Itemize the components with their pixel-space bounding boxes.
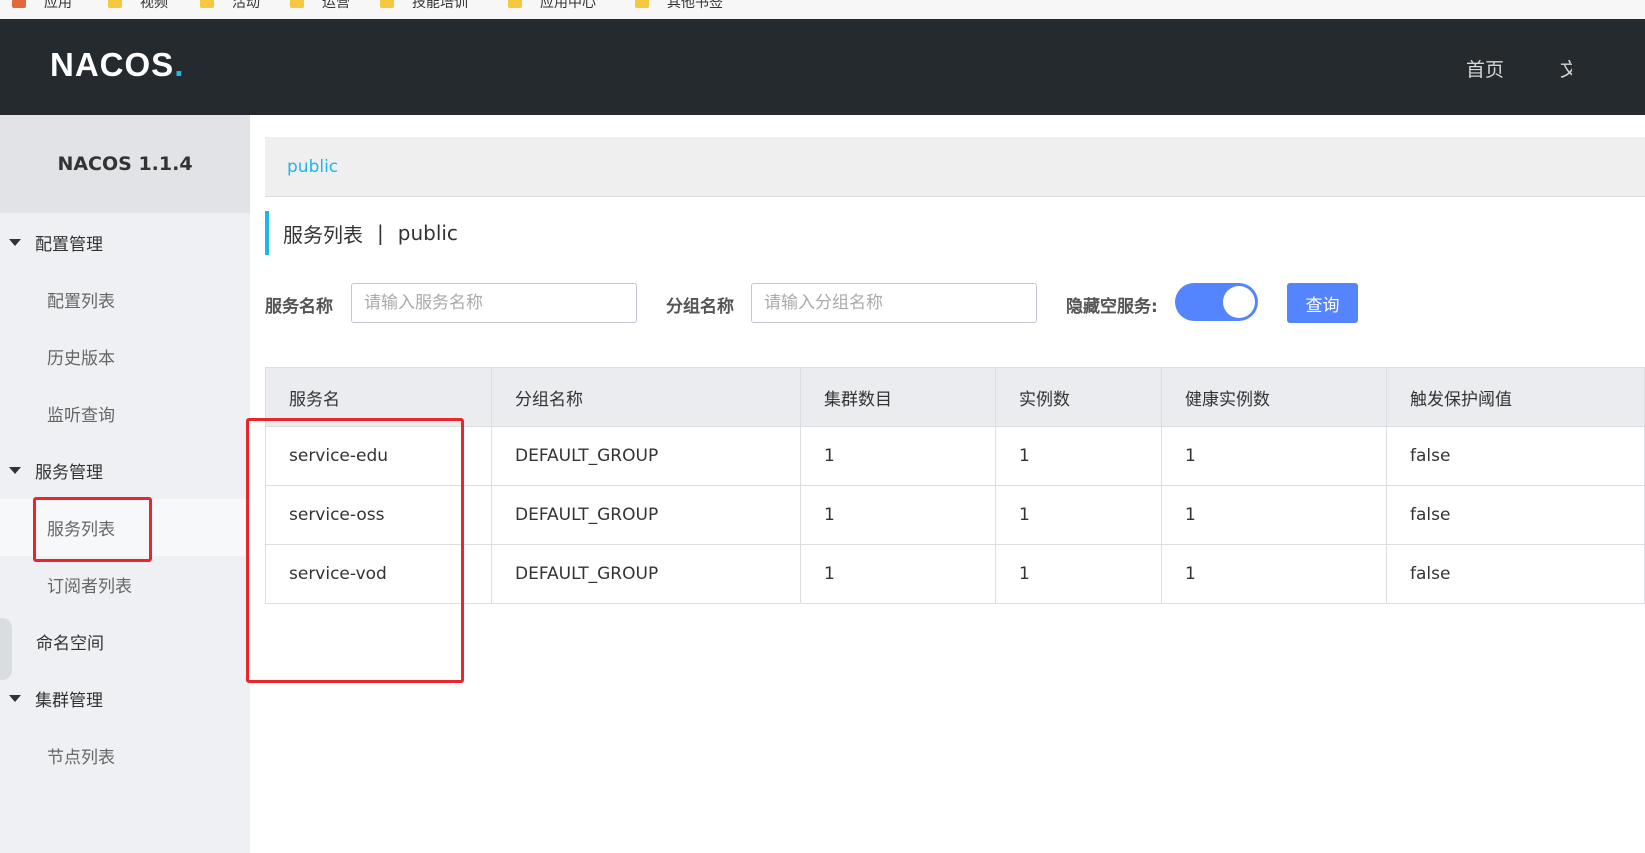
bookmark-folder[interactable]: 运营 [290,0,350,12]
column-header-cluster-count[interactable]: 集群数目 [800,367,996,427]
service-name-label: 服务名称 [265,297,333,317]
page-title-namespace: public [397,221,458,245]
cell-cluster-count: 1 [800,485,996,545]
cell-healthy-instance-count: 1 [1161,426,1387,486]
bookmark-bar: 应用 视频 活动 运营 技能培训 应用中心 其他书签 [0,0,1645,19]
column-header-instance-count[interactable]: 实例数 [995,367,1162,427]
cell-group-name: DEFAULT_GROUP [491,485,801,545]
nacos-logo[interactable]: NACOS. [50,46,184,86]
cell-group-name: DEFAULT_GROUP [491,426,801,486]
cell-instance-count: 1 [995,485,1162,545]
table-row: service-oss DEFAULT_GROUP 1 1 1 false [265,485,1645,545]
annotation-box-service-names [246,418,464,683]
menu-group-label: 服务管理 [35,463,103,483]
bookmark-folder[interactable]: 视频 [108,0,168,12]
bookmark-apps[interactable]: 应用 [12,0,72,12]
table-row: service-edu DEFAULT_GROUP 1 1 1 false [265,426,1645,486]
annotation-box-service-list [33,497,152,562]
nav-home-link[interactable]: 首页 [1466,55,1504,82]
cell-group-name: DEFAULT_GROUP [491,544,801,604]
column-header-protect-threshold[interactable]: 触发保护阈值 [1386,367,1645,427]
group-name-input[interactable] [751,283,1037,323]
title-separator: | [377,221,384,245]
caret-down-icon [9,695,21,702]
cell-instance-count: 1 [995,544,1162,604]
hide-empty-label: 隐藏空服务: [1066,297,1158,317]
cell-healthy-instance-count: 1 [1161,544,1387,604]
bookmark-folder[interactable]: 技能培训 [380,0,468,12]
bookmark-folder[interactable]: 应用中心 [508,0,596,12]
cell-protect-threshold: false [1386,426,1645,486]
cell-cluster-count: 1 [800,426,996,486]
menu-item-node-list[interactable]: 节点列表 [0,727,250,784]
group-name-label: 分组名称 [666,297,734,317]
bookmark-folder[interactable]: 其他书签 [635,0,723,12]
cell-healthy-instance-count: 1 [1161,485,1387,545]
service-table: 服务名 分组名称 集群数目 实例数 健康实例数 触发保护阈值 service-e… [265,367,1645,604]
menu-item-namespace[interactable]: 命名空间 [0,613,250,670]
menu-item-subscriber-list[interactable]: 订阅者列表 [0,556,250,613]
menu-group-label: 集群管理 [35,691,103,711]
menu-group-service[interactable]: 服务管理 [0,442,250,499]
service-name-input[interactable] [351,283,637,323]
table-header-row: 服务名 分组名称 集群数目 实例数 健康实例数 触发保护阈值 [265,367,1645,427]
hide-empty-toggle[interactable] [1175,283,1258,321]
nav-docs-link[interactable]: 文档 [1560,55,1572,82]
query-button[interactable]: 查询 [1287,283,1358,323]
bookmark-folder[interactable]: 活动 [200,0,260,12]
namespace-tab-public[interactable]: public [287,157,338,177]
table-row: service-vod DEFAULT_GROUP 1 1 1 false [265,544,1645,604]
cell-protect-threshold: false [1386,544,1645,604]
page-title: 服务列表 | public [265,211,458,255]
page-title-text: 服务列表 [283,222,363,247]
cell-protect-threshold: false [1386,485,1645,545]
sidebar: NACOS 1.1.4 配置管理 配置列表 历史版本 监听查询 服务管理 服务列… [0,115,250,853]
menu-item-history[interactable]: 历史版本 [0,328,250,385]
cell-instance-count: 1 [995,426,1162,486]
version-title: NACOS 1.1.4 [0,115,250,213]
caret-down-icon [9,239,21,246]
menu-item-config-list[interactable]: 配置列表 [0,271,250,328]
top-header: NACOS. 首页 文档 [0,19,1645,115]
menu-group-label: 配置管理 [35,235,103,255]
column-header-healthy-instance-count[interactable]: 健康实例数 [1161,367,1387,427]
column-header-group-name[interactable]: 分组名称 [491,367,801,427]
toggle-knob [1223,286,1255,318]
namespace-bar: public [265,137,1645,197]
cell-cluster-count: 1 [800,544,996,604]
menu-item-listen-query[interactable]: 监听查询 [0,385,250,442]
caret-down-icon [9,467,21,474]
menu-group-cluster[interactable]: 集群管理 [0,670,250,727]
menu-group-config[interactable]: 配置管理 [0,214,250,271]
